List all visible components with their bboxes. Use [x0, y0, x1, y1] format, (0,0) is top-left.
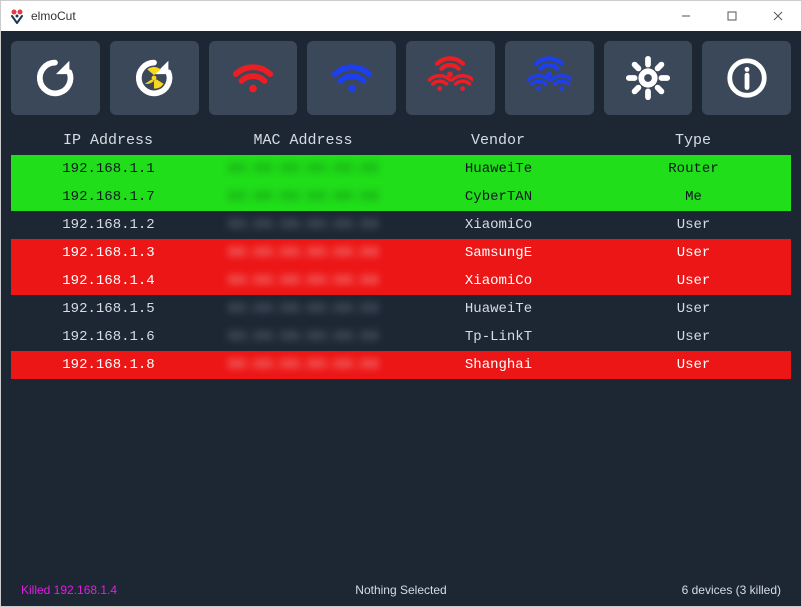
- col-type[interactable]: Type: [596, 132, 791, 149]
- radiation-refresh-icon: [131, 55, 177, 101]
- wifi-red-multi-icon: [427, 55, 473, 101]
- table-row[interactable]: 192.168.1.2XX:XX:XX:XX:XX:XXXiaomiCoUser: [11, 211, 791, 239]
- col-mac[interactable]: MAC Address: [206, 132, 401, 149]
- wifi-blue-multi-icon: [526, 55, 572, 101]
- cell-mac: XX:XX:XX:XX:XX:XX: [206, 329, 401, 345]
- cell-ip: 192.168.1.2: [11, 217, 206, 233]
- cell-vendor: HuaweiTe: [401, 161, 596, 177]
- cell-vendor: HuaweiTe: [401, 301, 596, 317]
- settings-button[interactable]: [604, 41, 693, 115]
- cell-vendor: XiaomiCo: [401, 217, 596, 233]
- cut-one-button[interactable]: [209, 41, 298, 115]
- toolbar: [11, 41, 791, 115]
- table-body: 192.168.1.1XX:XX:XX:XX:XX:XXHuaweiTeRout…: [11, 155, 791, 574]
- uncut-one-button[interactable]: [307, 41, 396, 115]
- about-button[interactable]: [702, 41, 791, 115]
- app-icon: [9, 8, 25, 24]
- cell-ip: 192.168.1.8: [11, 357, 206, 373]
- cell-type: User: [596, 217, 791, 233]
- cell-type: User: [596, 329, 791, 345]
- cell-mac: XX:XX:XX:XX:XX:XX: [206, 301, 401, 317]
- cell-type: Router: [596, 161, 791, 177]
- device-table: IP Address MAC Address Vendor Type 192.1…: [11, 125, 791, 574]
- cell-mac: XX:XX:XX:XX:XX:XX: [206, 357, 401, 373]
- cell-ip: 192.168.1.6: [11, 329, 206, 345]
- status-center: Nothing Selected: [355, 583, 446, 597]
- cell-ip: 192.168.1.4: [11, 273, 206, 289]
- window-title: elmoCut: [31, 9, 76, 23]
- cell-vendor: Tp-LinkT: [401, 329, 596, 345]
- cell-vendor: CyberTAN: [401, 189, 596, 205]
- wifi-red-icon: [230, 55, 276, 101]
- table-row[interactable]: 192.168.1.5XX:XX:XX:XX:XX:XXHuaweiTeUser: [11, 295, 791, 323]
- info-icon: [724, 55, 770, 101]
- status-left: Killed 192.168.1.4: [21, 583, 117, 597]
- col-vendor[interactable]: Vendor: [401, 132, 596, 149]
- refresh-button[interactable]: [11, 41, 100, 115]
- cell-type: Me: [596, 189, 791, 205]
- cell-mac: XX:XX:XX:XX:XX:XX: [206, 217, 401, 233]
- cell-vendor: SamsungE: [401, 245, 596, 261]
- cell-type: User: [596, 301, 791, 317]
- scan-button[interactable]: [110, 41, 199, 115]
- cell-mac: XX:XX:XX:XX:XX:XX: [206, 273, 401, 289]
- cell-vendor: XiaomiCo: [401, 273, 596, 289]
- window-controls: [663, 1, 801, 31]
- cell-ip: 192.168.1.7: [11, 189, 206, 205]
- table-row[interactable]: 192.168.1.4XX:XX:XX:XX:XX:XXXiaomiCoUser: [11, 267, 791, 295]
- table-row[interactable]: 192.168.1.6XX:XX:XX:XX:XX:XXTp-LinkTUser: [11, 323, 791, 351]
- status-right: 6 devices (3 killed): [682, 583, 781, 597]
- wifi-blue-icon: [329, 55, 375, 101]
- cell-mac: XX:XX:XX:XX:XX:XX: [206, 189, 401, 205]
- cell-ip: 192.168.1.1: [11, 161, 206, 177]
- uncut-all-button[interactable]: [505, 41, 594, 115]
- table-row[interactable]: 192.168.1.8XX:XX:XX:XX:XX:XXShanghaiUser: [11, 351, 791, 379]
- cell-mac: XX:XX:XX:XX:XX:XX: [206, 245, 401, 261]
- maximize-button[interactable]: [709, 1, 755, 31]
- cell-type: User: [596, 245, 791, 261]
- table-row[interactable]: 192.168.1.7XX:XX:XX:XX:XX:XXCyberTANMe: [11, 183, 791, 211]
- cut-all-button[interactable]: [406, 41, 495, 115]
- cell-ip: 192.168.1.3: [11, 245, 206, 261]
- minimize-button[interactable]: [663, 1, 709, 31]
- table-row[interactable]: 192.168.1.3XX:XX:XX:XX:XX:XXSamsungEUser: [11, 239, 791, 267]
- cell-ip: 192.168.1.5: [11, 301, 206, 317]
- col-ip[interactable]: IP Address: [11, 132, 206, 149]
- cell-mac: XX:XX:XX:XX:XX:XX: [206, 161, 401, 177]
- cell-vendor: Shanghai: [401, 357, 596, 373]
- cell-type: User: [596, 357, 791, 373]
- table-header: IP Address MAC Address Vendor Type: [11, 125, 791, 155]
- app-body: IP Address MAC Address Vendor Type 192.1…: [1, 31, 801, 606]
- title-bar: elmoCut: [1, 1, 801, 31]
- table-row[interactable]: 192.168.1.1XX:XX:XX:XX:XX:XXHuaweiTeRout…: [11, 155, 791, 183]
- status-bar: Killed 192.168.1.4 Nothing Selected 6 de…: [11, 580, 791, 606]
- gear-icon: [625, 55, 671, 101]
- close-button[interactable]: [755, 1, 801, 31]
- cell-type: User: [596, 273, 791, 289]
- refresh-icon: [32, 55, 78, 101]
